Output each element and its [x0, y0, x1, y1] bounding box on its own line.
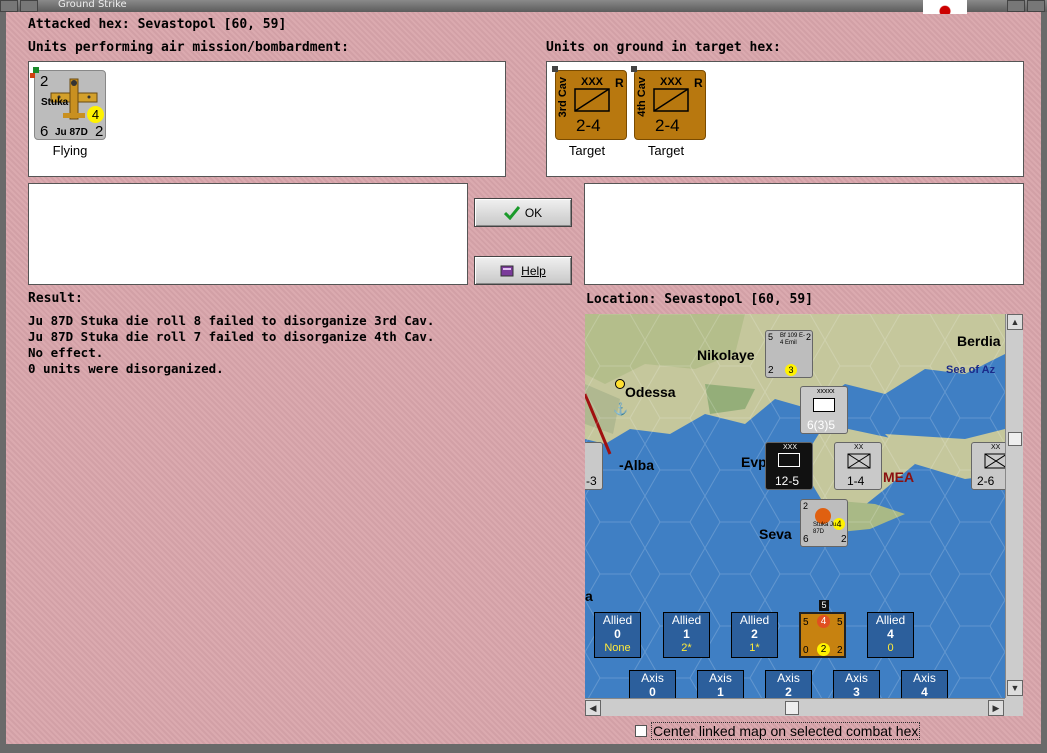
attacked-hex-label: Attacked hex: Sevastopol [60, 59]	[28, 17, 287, 32]
status-marker-icon	[552, 66, 558, 72]
bottom-frame	[0, 744, 1047, 753]
result-text: Ju 87D Stuka die roll 8 failed to disorg…	[28, 313, 434, 377]
map-place-name: a	[585, 588, 593, 604]
status-marker-icon	[631, 66, 637, 72]
map-infantry-counter[interactable]: XX 1-4	[834, 442, 882, 490]
map-vertical-scrollbar[interactable]: ▲ ▼	[1005, 314, 1023, 698]
linked-map[interactable]: Nikolaye Odessa ⚓ Berdia Sea of Az -Alba…	[585, 314, 1005, 698]
map-place-name: Berdia	[957, 333, 1001, 349]
location-label: Location: Sevastopol [60, 59]	[586, 292, 813, 307]
ground-unit-status: Target	[647, 143, 685, 158]
ground-unit-counter[interactable]: 4th Cav XXX R 2-4	[631, 66, 706, 140]
city-icon	[615, 379, 625, 389]
result-line: Ju 87D Stuka die roll 8 failed to disorg…	[28, 313, 435, 328]
axis-combat-box[interactable]: Axis 3	[833, 670, 880, 698]
right-info-panel	[584, 183, 1024, 285]
axis-combat-box[interactable]: Axis 0	[629, 670, 676, 698]
air-unit-type: Stuka	[41, 97, 69, 108]
map-hq-counter[interactable]: xxxxx 6(3)5	[800, 386, 848, 434]
infantry-symbol-icon	[984, 453, 1005, 469]
scroll-up-icon[interactable]: ▲	[1007, 314, 1023, 330]
map-air-counter[interactable]: 2 4 6 Stuka Ju 87D 2	[800, 499, 848, 547]
ground-unit-strength: 2-4	[655, 116, 680, 135]
map-infantry-counter[interactable]: XX 2-6	[971, 442, 1005, 490]
map-place-name: MEA	[883, 469, 915, 485]
help-button-label: Help	[521, 263, 546, 278]
ok-button[interactable]: OK	[474, 198, 572, 227]
air-units-label: Units performing air mission/bombardment…	[28, 40, 349, 55]
ground-unit-strength: 2-4	[576, 116, 601, 135]
scroll-right-icon[interactable]: ▶	[988, 700, 1004, 716]
axis-combat-box[interactable]: Axis 4	[901, 670, 948, 698]
help-button[interactable]: Help	[474, 256, 572, 285]
map-horizontal-scrollbar[interactable]: ◀ ▶	[585, 698, 1005, 716]
ground-unit-size: XXX	[581, 76, 604, 88]
port-anchor-icon: ⚓	[613, 402, 628, 416]
vertical-scroll-thumb[interactable]	[1008, 432, 1022, 446]
map-place-name: Sea of Az	[946, 364, 996, 376]
air-unit-status: Flying	[52, 143, 88, 158]
allied-combat-box[interactable]: Allied 2 1*	[731, 612, 778, 658]
map-place-name: -Alba	[619, 457, 654, 473]
checkmark-icon	[503, 205, 520, 220]
ground-unit-name: 4th Cav	[636, 77, 648, 117]
result-line: No effect.	[28, 345, 104, 360]
center-map-checkbox[interactable]	[635, 725, 647, 737]
map-place-name: Odessa	[625, 384, 676, 400]
horizontal-scroll-thumb[interactable]	[785, 701, 799, 715]
mission-marker-icon	[30, 73, 35, 78]
armor-symbol-icon	[813, 398, 835, 412]
scroll-left-icon[interactable]: ◀	[585, 700, 601, 716]
help-book-icon	[500, 265, 514, 276]
combat-odds-counter[interactable]: 5 5 4 5 0 2 2	[799, 600, 846, 658]
ground-unit-tag: R	[615, 76, 624, 90]
result-line: 0 units were disorganized.	[28, 361, 224, 376]
ground-units-label: Units on ground in target hex:	[546, 40, 781, 55]
ground-unit-status: Target	[568, 143, 606, 158]
air-unit-model: Ju 87D	[55, 127, 88, 138]
allied-combat-box[interactable]: Allied 0 None	[594, 612, 641, 658]
window-title: Ground Strike	[58, 0, 127, 10]
map-place-name: Nikolaye	[697, 347, 755, 363]
close-icon[interactable]	[1027, 0, 1045, 12]
air-units-panel: 2 Stuka 4 6 Ju 87D 2 Flying	[28, 61, 506, 177]
ground-unit-size: XXX	[660, 76, 683, 88]
scroll-down-icon[interactable]: ▼	[1007, 680, 1023, 696]
restore-icon[interactable]	[1007, 0, 1025, 12]
air-unit-bottom-right: 2	[95, 123, 104, 140]
scroll-corner	[1005, 698, 1023, 716]
system-menu-icon[interactable]	[0, 0, 18, 12]
ground-unit-name: 3rd Cav	[557, 77, 569, 118]
map-armor-counter[interactable]: XXX 12-5	[765, 442, 813, 490]
left-info-panel	[28, 183, 468, 285]
allied-combat-box[interactable]: Allied 1 2*	[663, 612, 710, 658]
ground-units-panel: 3rd Cav XXX R 2-4 Target 4th Cav XXX R 2…	[546, 61, 1024, 177]
armor-symbol-icon	[778, 453, 800, 467]
infantry-symbol-icon	[847, 453, 871, 469]
air-unit-top-left: 2	[40, 73, 49, 90]
allied-combat-box[interactable]: Allied 4 0	[867, 612, 914, 658]
result-line: Ju 87D Stuka die roll 7 failed to disorg…	[28, 329, 435, 344]
map-air-counter[interactable]: 5 Bf 109 E-4 Emil 2 2 3	[765, 330, 813, 378]
cavalry-symbol-icon	[653, 88, 689, 112]
title-bar: Ground Strike	[0, 0, 1047, 14]
air-unit-factor: 4	[87, 106, 104, 123]
air-unit-bottom-left: 6	[40, 123, 49, 140]
ground-unit-tag: R	[694, 76, 703, 90]
map-partial-counter[interactable]: -3	[585, 442, 603, 490]
ok-button-label: OK	[524, 205, 543, 220]
map-place-name: Seva	[759, 526, 792, 542]
cavalry-symbol-icon	[574, 88, 610, 112]
air-unit-counter[interactable]: 2 Stuka 4 6 Ju 87D 2	[30, 67, 106, 140]
map-place-name: Evp	[741, 454, 767, 470]
center-map-label[interactable]: Center linked map on selected combat hex	[651, 722, 921, 740]
result-label: Result:	[28, 291, 83, 306]
japan-flag-icon	[923, 0, 967, 14]
ground-unit-counter[interactable]: 3rd Cav XXX R 2-4	[552, 66, 627, 140]
axis-combat-box[interactable]: Axis 2	[765, 670, 812, 698]
minimize-icon[interactable]	[20, 0, 38, 12]
axis-combat-box[interactable]: Axis 1	[697, 670, 744, 698]
